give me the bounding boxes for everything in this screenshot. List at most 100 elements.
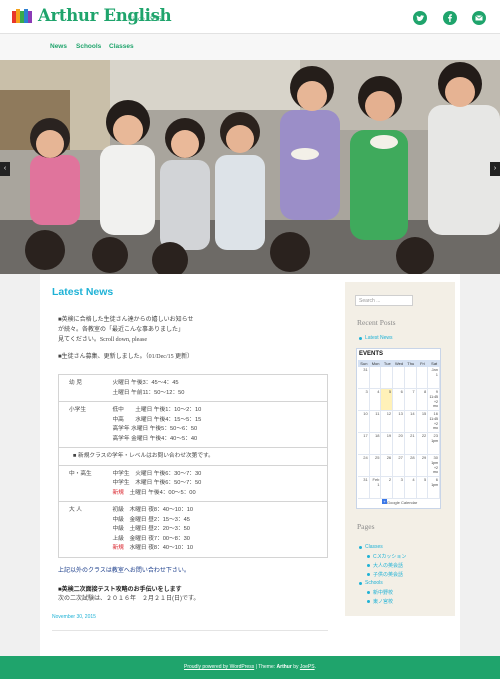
calendar-day[interactable]: 13 bbox=[393, 411, 405, 433]
calendar-day[interactable]: 3 bbox=[393, 477, 405, 499]
day-number: 23 bbox=[433, 433, 438, 438]
calendar-day[interactable]: 10 bbox=[358, 411, 370, 433]
calendar-day[interactable]: 19 bbox=[381, 433, 394, 455]
calendar-day[interactable]: 11 bbox=[369, 411, 382, 433]
schedule-line-text: 水曜日 夜8：40〜10：10 bbox=[123, 545, 194, 551]
nav-news[interactable]: News bbox=[50, 43, 67, 50]
schedule-times: 中学生 火曜日 午後6：30〜7：30 中学生 木曜日 午後6：50〜7：50 … bbox=[102, 464, 328, 502]
post-date[interactable]: November 30, 2015 bbox=[52, 614, 96, 620]
event-label[interactable]: 11:45 bbox=[428, 417, 439, 422]
calendar-footer[interactable]: Google Calendar bbox=[387, 500, 417, 505]
day-number: 29 bbox=[421, 455, 427, 460]
page-link[interactable]: Schools bbox=[365, 580, 383, 586]
calendar-day[interactable]: 31 bbox=[358, 477, 370, 499]
calendar-day[interactable]: 16 11:45 +2 mo bbox=[428, 411, 440, 433]
page-link[interactable]: 東ノ宮校 bbox=[373, 598, 393, 605]
page-link[interactable]: 新中野校 bbox=[373, 589, 393, 596]
calendar-weekdays: Sun Mon Tue Wed Thu Fri Sat bbox=[358, 360, 440, 367]
calendar-day[interactable]: 23 1pm bbox=[428, 433, 440, 455]
slider-prev-button[interactable]: ‹ bbox=[0, 162, 10, 176]
nav-classes[interactable]: Classes bbox=[109, 43, 134, 50]
calendar-day[interactable]: 6 1pm bbox=[428, 477, 440, 499]
post-title[interactable]: Latest News bbox=[52, 286, 330, 298]
pages-title: Pages bbox=[357, 522, 375, 531]
calendar-day[interactable]: 30 1pm +2 mo bbox=[428, 455, 440, 477]
facebook-icon[interactable] bbox=[443, 11, 457, 25]
page-link[interactable]: 大人の英会話 bbox=[373, 562, 403, 569]
page-link[interactable]: 子供の英会話 bbox=[373, 571, 403, 578]
calendar-day[interactable]: 14 bbox=[404, 411, 417, 433]
calendar-day[interactable]: 5 bbox=[416, 477, 429, 499]
slider-next-button[interactable]: › bbox=[490, 162, 500, 176]
calendar-day[interactable]: 21 bbox=[404, 433, 417, 455]
calendar-day[interactable]: 4 bbox=[404, 477, 417, 499]
calendar-day[interactable]: 28 bbox=[404, 455, 417, 477]
calendar-event[interactable]: 11:45 +2 mo bbox=[428, 417, 439, 431]
day-number: 24 bbox=[363, 455, 368, 460]
calendar-day[interactable]: 22 bbox=[416, 433, 429, 455]
calendar-day[interactable]: 29 bbox=[416, 455, 429, 477]
event-label[interactable]: 1pm bbox=[431, 439, 438, 444]
calendar-event[interactable]: 1pm +2 mo bbox=[428, 461, 438, 475]
event-label[interactable]: 1pm bbox=[431, 483, 438, 488]
calendar-day[interactable]: 27 bbox=[393, 455, 405, 477]
calendar-day[interactable]: 25 bbox=[369, 455, 382, 477]
calendar-day[interactable]: 18 bbox=[369, 433, 382, 455]
calendar-day[interactable]: 6 bbox=[393, 389, 405, 411]
calendar-day[interactable]: 5 bbox=[381, 389, 394, 411]
calendar-day[interactable]: 9 11:45 +2 mo bbox=[428, 389, 440, 411]
day-number: 11 bbox=[375, 411, 380, 416]
calendar-event[interactable]: 1pm bbox=[431, 439, 438, 444]
post-intro-line: 見てください。Scroll down, please bbox=[58, 337, 147, 343]
calendar-day[interactable]: Jan 1 bbox=[428, 367, 440, 389]
day-number: 16 bbox=[433, 411, 438, 416]
calendar-day[interactable] bbox=[381, 367, 394, 389]
calendar-event[interactable]: 1pm bbox=[431, 483, 438, 488]
schedule-line: 中高 水曜日 午後4：15〜5：15 bbox=[112, 416, 202, 423]
calendar-event[interactable]: 11:45 +2 mo bbox=[428, 395, 439, 409]
calendar-day[interactable]: 4 bbox=[369, 389, 382, 411]
calendar-day[interactable]: 2 bbox=[381, 477, 394, 499]
post-intro-line: ■英検に合格した生徒さん達からの嬉しいお知らせ bbox=[58, 317, 194, 323]
post-intro-line: が続々。各教室の「最近こんな事ありました」 bbox=[58, 327, 185, 333]
calendar-day[interactable]: 17 bbox=[358, 433, 370, 455]
calendar-day[interactable]: 7 bbox=[404, 389, 417, 411]
day-number: 14 bbox=[410, 411, 415, 416]
event-label[interactable]: 11:45 bbox=[428, 395, 439, 400]
event-label[interactable]: +2 mo bbox=[428, 400, 438, 409]
calendar-day[interactable]: 20 bbox=[393, 433, 405, 455]
calendar-day[interactable]: 15 bbox=[416, 411, 429, 433]
site-footer: Proudly powered by WordPress | Theme: Ar… bbox=[0, 656, 500, 679]
page-link[interactable]: C.Xカッション bbox=[373, 553, 406, 560]
bullet-icon bbox=[367, 591, 370, 594]
search-input[interactable]: Search ... bbox=[355, 295, 413, 306]
nav-schools[interactable]: Schools bbox=[76, 43, 101, 50]
calendar-day[interactable]: 8 bbox=[416, 389, 429, 411]
calendar-day[interactable]: 3 bbox=[358, 389, 370, 411]
logo-icon[interactable] bbox=[12, 9, 34, 23]
page-link[interactable]: Classes bbox=[365, 544, 383, 550]
day-number: 4 bbox=[412, 477, 415, 482]
calendar-day[interactable]: Feb 1 bbox=[369, 477, 382, 499]
email-icon[interactable] bbox=[472, 11, 486, 25]
event-label[interactable]: +2 mo bbox=[428, 466, 438, 475]
bullet-icon bbox=[367, 573, 370, 576]
day-number: 2 bbox=[388, 477, 392, 482]
calendar-day[interactable] bbox=[369, 367, 382, 389]
author-link[interactable]: JoePS bbox=[300, 664, 315, 670]
twitter-icon[interactable] bbox=[413, 11, 427, 25]
schedule-category: 中・高生 bbox=[58, 464, 103, 502]
events-calendar: EVENTS Sun Mon Tue Wed Thu Fri Sat 31 Jan… bbox=[356, 348, 441, 509]
calendar-day[interactable]: 31 bbox=[358, 367, 370, 389]
event-label[interactable]: +2 mo bbox=[428, 422, 438, 431]
calendar-day[interactable] bbox=[404, 367, 417, 389]
calendar-day[interactable]: 26 bbox=[381, 455, 394, 477]
calendar-day[interactable] bbox=[393, 367, 405, 389]
bullet-icon bbox=[359, 582, 362, 585]
calendar-day[interactable]: 24 bbox=[358, 455, 370, 477]
calendar-day[interactable] bbox=[416, 367, 429, 389]
wordpress-link[interactable]: Proudly powered by WordPress bbox=[184, 664, 254, 670]
recent-post-link[interactable]: Latest News bbox=[365, 335, 393, 341]
calendar-day[interactable]: 12 bbox=[381, 411, 394, 433]
day-number: 15 bbox=[421, 411, 427, 416]
